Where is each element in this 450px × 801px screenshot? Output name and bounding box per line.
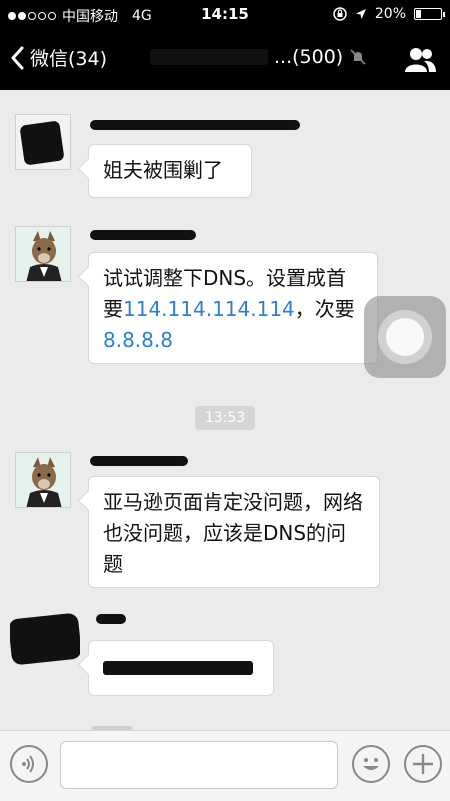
plus-icon — [413, 754, 433, 774]
message-text: 亚马逊页面肯定没问题，网络也没问题，应该是DNS的问题 — [103, 490, 363, 576]
message-bubble[interactable]: 亚马逊页面肯定没问题，网络也没问题，应该是DNS的问题 — [88, 476, 380, 588]
redacted-sender-name — [90, 456, 188, 466]
chat-title-count: ...(500) — [274, 46, 344, 68]
battery-icon — [414, 8, 445, 20]
avatar[interactable] — [15, 114, 71, 170]
avatar[interactable] — [15, 226, 71, 282]
group-members-icon[interactable] — [402, 46, 438, 74]
avatar[interactable] — [10, 610, 80, 670]
message-text: ，次要 — [294, 297, 355, 321]
message-text: 姐夫被围剿了 — [103, 158, 223, 182]
dns-link-primary[interactable]: 114.114.114.114 — [123, 297, 295, 321]
wolf-avatar-icon — [16, 453, 70, 507]
status-right: 20% — [333, 6, 445, 22]
message-input[interactable] — [60, 741, 338, 789]
orientation-lock-icon — [333, 7, 347, 21]
redacted-group-name — [150, 49, 268, 65]
timestamp-badge: 13:53 — [195, 406, 255, 430]
back-button[interactable]: 微信(34) — [10, 44, 107, 71]
chevron-left-icon — [11, 46, 24, 69]
emoji-button[interactable] — [352, 745, 390, 783]
redacted-sender-name — [90, 230, 196, 240]
top-bar: 中国移动 4G 14:15 20% 微信(34) ...(500) — [0, 0, 450, 90]
message-bubble[interactable] — [88, 640, 274, 696]
avatar[interactable] — [15, 452, 71, 508]
more-button[interactable] — [404, 745, 442, 783]
wolf-avatar-icon — [16, 227, 70, 281]
redacted-message-text — [103, 661, 253, 675]
back-label: 微信(34) — [30, 48, 108, 70]
voice-icon — [22, 755, 34, 773]
location-icon — [355, 9, 366, 19]
nav-bar: 微信(34) ...(500) — [0, 32, 450, 88]
voice-button[interactable] — [10, 745, 48, 783]
assistive-touch-button[interactable] — [364, 296, 446, 378]
message-bubble[interactable]: 姐夫被围剿了 — [88, 144, 252, 198]
status-bar: 中国移动 4G 14:15 20% — [0, 0, 450, 30]
chat-title: ...(500) — [150, 46, 367, 68]
smiley-icon — [363, 758, 379, 770]
battery-percent: 20% — [374, 6, 406, 22]
redacted-sender-name — [96, 614, 126, 624]
input-bar — [0, 730, 450, 801]
dns-link-secondary[interactable]: 8.8.8.8 — [103, 328, 173, 352]
message-bubble[interactable]: 试试调整下DNS。设置成首要114.114.114.114，次要8.8.8.8 — [88, 252, 378, 364]
chat-area[interactable]: 姐夫被围剿了 试试调整下DNS。设置成首要114.114.114.114，次要8… — [0, 90, 450, 730]
redacted-sender-name — [90, 120, 300, 130]
mute-bell-icon — [350, 49, 366, 65]
